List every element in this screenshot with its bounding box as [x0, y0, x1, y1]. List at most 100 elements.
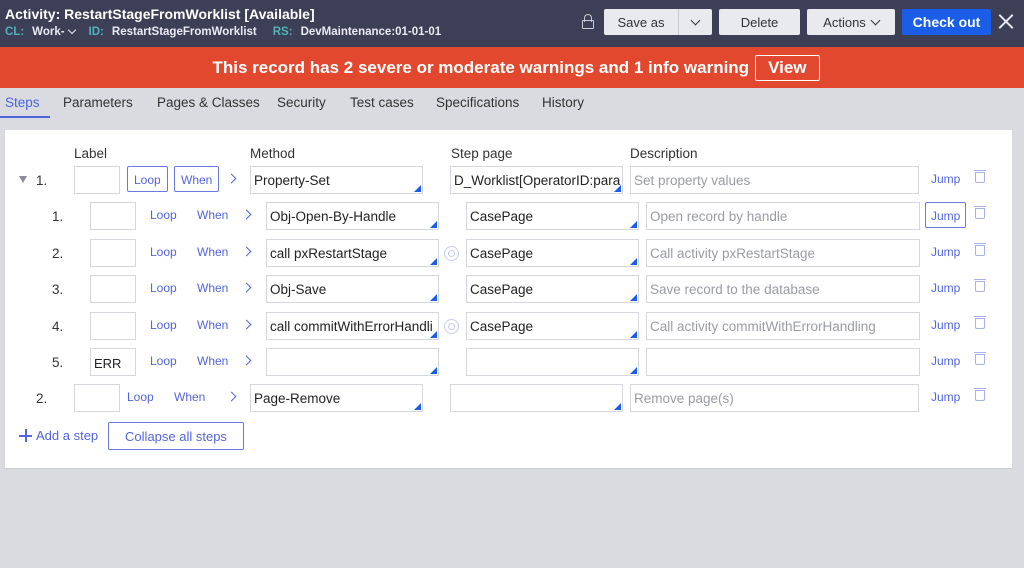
step-label-input[interactable] [90, 312, 136, 340]
step-number: 2. [36, 391, 48, 406]
when-button[interactable]: When [197, 245, 228, 259]
trash-icon[interactable] [974, 243, 986, 256]
tab-specifications[interactable]: Specifications [436, 95, 519, 110]
description-field[interactable]: Save record to the database [646, 275, 920, 303]
step-label-input[interactable] [90, 275, 136, 303]
tab-parameters[interactable]: Parameters [63, 95, 133, 110]
step-page-field[interactable]: CasePage [466, 202, 639, 230]
delete-button[interactable]: Delete [719, 9, 800, 35]
method-field[interactable]: Property-Set [250, 166, 423, 194]
plus-icon [19, 429, 32, 442]
step-page-value: CasePage [470, 319, 534, 334]
step-number: 1. [52, 209, 64, 224]
jump-button[interactable]: Jump [931, 354, 960, 368]
tab-test-cases[interactable]: Test cases [350, 95, 414, 110]
step-page-field[interactable] [466, 348, 639, 376]
target-icon[interactable] [444, 319, 459, 334]
description-field[interactable] [646, 348, 920, 376]
loop-button[interactable]: Loop [150, 208, 177, 222]
description-field[interactable]: Open record by handle [646, 202, 920, 230]
save-as-dropdown-button[interactable] [678, 9, 712, 35]
check-out-button[interactable]: Check out [902, 9, 991, 35]
class-value[interactable]: Work- [32, 26, 64, 38]
actions-button[interactable]: Actions [807, 9, 895, 35]
step-page-field[interactable]: CasePage [466, 312, 639, 340]
description-field[interactable]: Call activity commitWithErrorHandling [646, 312, 920, 340]
jump-button[interactable]: Jump [931, 172, 960, 186]
loop-button[interactable]: Loop [150, 281, 177, 295]
warning-text: This record has 2 severe or moderate war… [212, 57, 750, 77]
class-chevron-icon[interactable] [67, 25, 76, 35]
chevron-right-icon[interactable] [241, 355, 252, 366]
jump-button[interactable]: Jump [931, 281, 960, 295]
when-button[interactable]: When [197, 354, 228, 368]
description-field[interactable]: Remove page(s) [630, 384, 919, 412]
step-page-field[interactable]: CasePage [466, 239, 639, 267]
step-page-value: CasePage [470, 246, 534, 261]
tab-security[interactable]: Security [277, 95, 326, 110]
save-as-button[interactable]: Save as [604, 9, 678, 35]
jump-button[interactable]: Jump [925, 202, 967, 228]
description-field[interactable]: Call activity pxRestartStage [646, 239, 920, 267]
collapse-all-steps-button[interactable]: Collapse all steps [108, 422, 244, 450]
view-warnings-button[interactable]: View [755, 54, 820, 81]
chevron-right-icon[interactable] [241, 282, 252, 293]
autocomplete-corner-icon [414, 185, 421, 192]
add-step-link[interactable]: Add a step [19, 428, 98, 443]
trash-icon[interactable] [974, 170, 986, 183]
method-field[interactable]: Obj-Save [266, 275, 439, 303]
when-button[interactable]: When [197, 281, 228, 295]
column-header-step-page: Step page [451, 146, 513, 161]
chevron-right-icon[interactable] [226, 173, 237, 184]
jump-button[interactable]: Jump [931, 245, 960, 259]
when-button[interactable]: When [197, 318, 228, 332]
loop-button[interactable]: Loop [150, 318, 177, 332]
close-icon[interactable] [997, 12, 1015, 30]
method-field[interactable] [266, 348, 439, 376]
autocomplete-corner-icon [614, 185, 621, 192]
target-icon[interactable] [444, 246, 459, 261]
trash-icon[interactable] [974, 279, 986, 292]
tab-history[interactable]: History [542, 95, 584, 110]
loop-button[interactable]: Loop [127, 166, 168, 192]
step-page-field[interactable]: D_Worklist[OperatorID:para [450, 166, 623, 194]
method-field[interactable]: Page-Remove [250, 384, 423, 412]
trash-icon[interactable] [974, 206, 986, 219]
step-label-input[interactable] [90, 239, 136, 267]
chevron-right-icon[interactable] [241, 319, 252, 330]
step-page-field[interactable] [450, 384, 623, 412]
chevron-right-icon[interactable] [226, 391, 237, 402]
method-field[interactable]: Obj-Open-By-Handle [266, 202, 439, 230]
class-key: CL: [5, 26, 25, 38]
autocomplete-corner-icon [430, 221, 437, 228]
chevron-right-icon[interactable] [241, 209, 252, 220]
chevron-down-icon [690, 15, 701, 25]
description-field[interactable]: Set property values [630, 166, 919, 194]
trash-icon[interactable] [974, 352, 986, 365]
when-button[interactable]: When [174, 390, 205, 404]
step-label-input[interactable] [74, 166, 120, 194]
jump-button[interactable]: Jump [931, 390, 960, 404]
trash-icon[interactable] [974, 388, 986, 401]
step-label-input[interactable] [74, 384, 120, 412]
step-number: 3. [52, 282, 64, 297]
method-field[interactable]: call pxRestartStage [266, 239, 439, 267]
step-label-input[interactable] [90, 202, 136, 230]
tab-steps[interactable]: Steps [5, 95, 40, 110]
when-button[interactable]: When [197, 208, 228, 222]
jump-button[interactable]: Jump [931, 318, 960, 332]
loop-button[interactable]: Loop [150, 245, 177, 259]
column-header-method: Method [250, 146, 296, 161]
loop-button[interactable]: Loop [127, 390, 154, 404]
chevron-right-icon[interactable] [241, 246, 252, 257]
when-button[interactable]: When [174, 166, 220, 192]
loop-button[interactable]: Loop [150, 354, 177, 368]
autocomplete-corner-icon [630, 367, 637, 374]
step-label-input[interactable]: ERR [90, 348, 136, 376]
method-field[interactable]: call commitWithErrorHandli [266, 312, 439, 340]
step-page-field[interactable]: CasePage [466, 275, 639, 303]
expand-caret-icon[interactable] [19, 176, 27, 183]
tab-pages-classes[interactable]: Pages & Classes [157, 95, 260, 110]
step-row: 5. ERR Loop When Jump [0, 348, 1024, 378]
trash-icon[interactable] [974, 316, 986, 329]
